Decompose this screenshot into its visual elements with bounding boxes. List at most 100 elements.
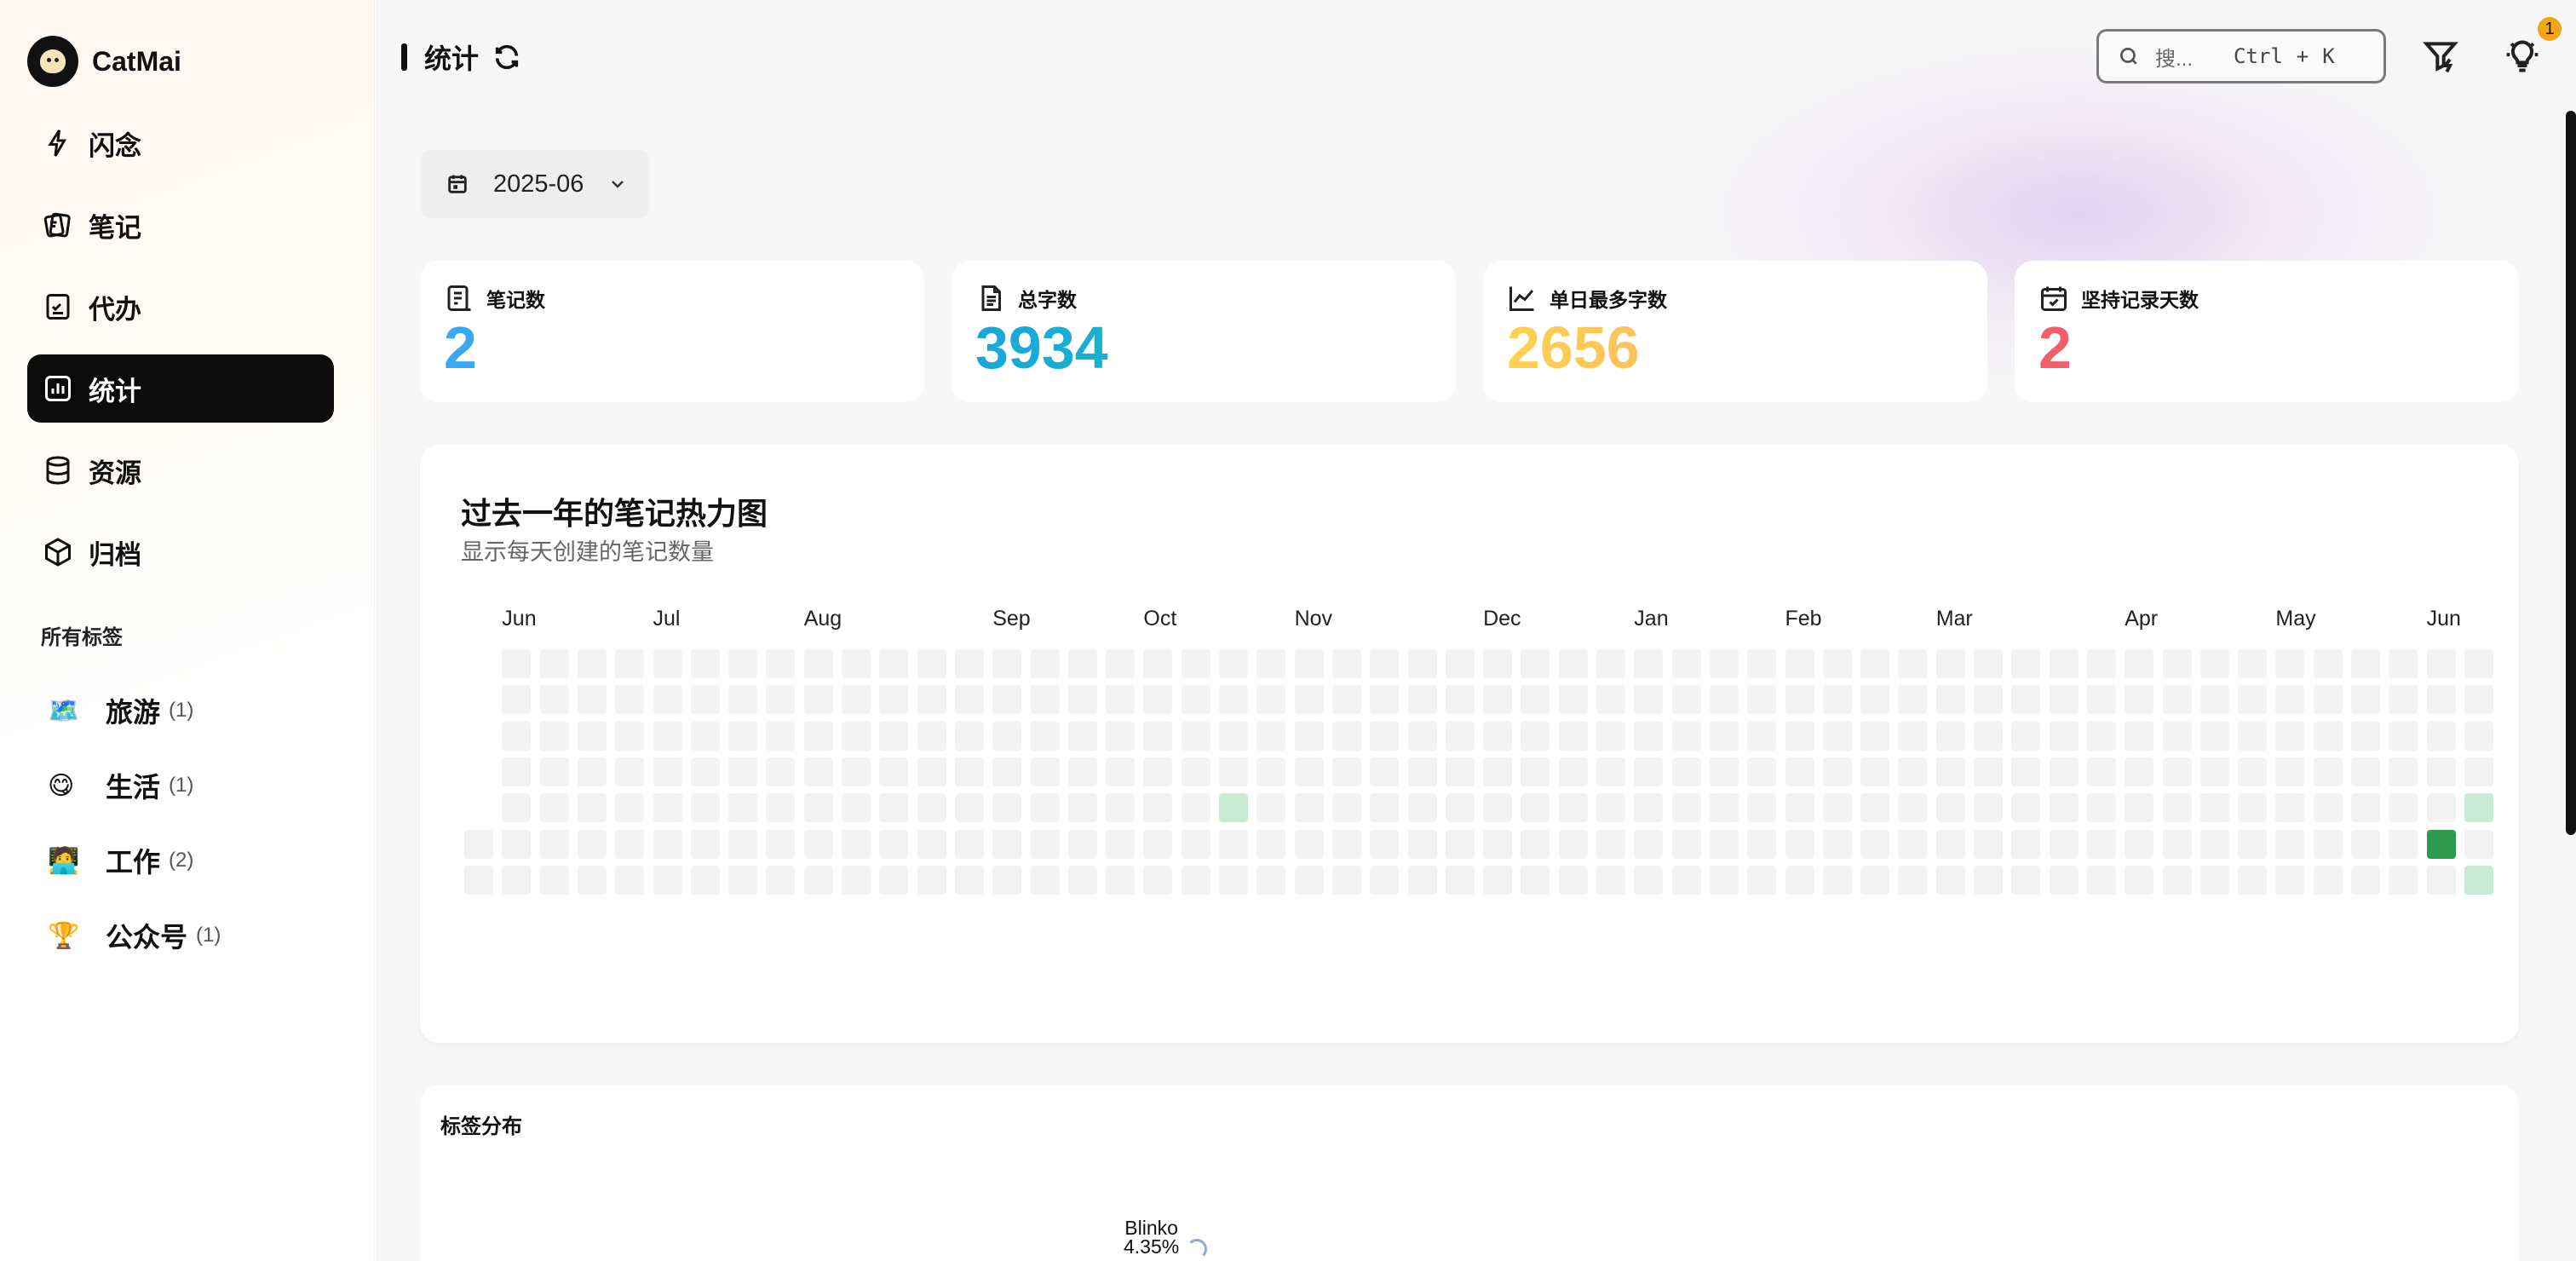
heatmap-cell[interactable]	[2351, 757, 2380, 786]
heatmap-cell[interactable]	[1747, 865, 1777, 895]
heatmap-cell[interactable]	[954, 685, 984, 715]
heatmap-cell[interactable]	[1671, 757, 1701, 786]
heatmap-cell[interactable]	[1106, 721, 1136, 751]
heatmap-cell[interactable]	[1143, 793, 1173, 823]
heatmap-cell[interactable]	[728, 829, 758, 859]
heatmap-cell[interactable]	[1671, 793, 1701, 823]
heatmap-cell[interactable]	[539, 829, 569, 859]
heatmap-cell[interactable]	[1407, 865, 1437, 895]
heatmap-cell[interactable]	[1747, 757, 1777, 786]
heatmap-cell[interactable]	[2199, 829, 2229, 859]
heatmap-cell[interactable]	[992, 721, 1022, 751]
heatmap-cell[interactable]	[1370, 721, 1400, 751]
heatmap-cell[interactable]	[577, 829, 607, 859]
heatmap-cell[interactable]	[728, 721, 758, 751]
heatmap-cell[interactable]	[577, 649, 607, 678]
heatmap-cell[interactable]	[1898, 649, 1928, 678]
heatmap-cell[interactable]	[1483, 721, 1513, 751]
heatmap-cell[interactable]	[2086, 757, 2116, 786]
tag-item-life[interactable]: 😋 生活 (1)	[41, 748, 221, 823]
heatmap-cell[interactable]	[766, 793, 796, 823]
heatmap-cell[interactable]	[1785, 685, 1814, 715]
heatmap-cell[interactable]	[917, 829, 946, 859]
heatmap-cell[interactable]	[2238, 865, 2268, 895]
heatmap-cell[interactable]	[1256, 865, 1286, 895]
heatmap-cell[interactable]	[728, 685, 758, 715]
heatmap-cell[interactable]	[615, 685, 645, 715]
heatmap-cell[interactable]	[1294, 793, 1324, 823]
heatmap-cell[interactable]	[2125, 865, 2154, 895]
heatmap-cell[interactable]	[1143, 649, 1173, 678]
heatmap-cell[interactable]	[1974, 685, 2003, 715]
heatmap-cell[interactable]	[1935, 649, 1965, 678]
heatmap-cell[interactable]	[992, 685, 1022, 715]
heatmap-cell[interactable]	[615, 793, 645, 823]
heatmap-cell[interactable]	[1483, 793, 1513, 823]
heatmap-cell[interactable]	[1256, 721, 1286, 751]
heatmap-cell[interactable]	[1785, 793, 1814, 823]
heatmap-cell[interactable]	[1030, 865, 1060, 895]
heatmap-cell[interactable]	[1067, 685, 1097, 715]
heatmap-cell[interactable]	[1521, 793, 1550, 823]
heatmap-cell[interactable]	[992, 757, 1022, 786]
sidebar-item-resources[interactable]: 资源	[27, 436, 334, 504]
tag-item-work[interactable]: 🧑‍💻 工作 (2)	[41, 823, 221, 898]
heatmap-cell[interactable]	[1709, 649, 1739, 678]
heatmap-cell[interactable]	[2275, 865, 2305, 895]
heatmap-cell[interactable]	[577, 685, 607, 715]
heatmap-cell[interactable]	[803, 685, 833, 715]
heatmap-cell[interactable]	[803, 829, 833, 859]
heatmap-cell[interactable]	[653, 793, 682, 823]
heatmap-cell[interactable]	[653, 865, 682, 895]
heatmap-cell[interactable]	[1671, 685, 1701, 715]
heatmap-cell[interactable]	[1370, 865, 1400, 895]
sidebar-item-flash[interactable]: 闪念	[27, 109, 334, 177]
heatmap-cell[interactable]	[2162, 685, 2192, 715]
heatmap-cell[interactable]	[1898, 685, 1928, 715]
heatmap-cell[interactable]	[2162, 865, 2192, 895]
heatmap-cell[interactable]	[2238, 649, 2268, 678]
heatmap-cell[interactable]	[1067, 757, 1097, 786]
heatmap-cell[interactable]	[1181, 757, 1210, 786]
heatmap-cell[interactable]	[690, 757, 720, 786]
heatmap-cell[interactable]	[1181, 721, 1210, 751]
heatmap-cell[interactable]	[728, 757, 758, 786]
heatmap-cell[interactable]	[1445, 721, 1475, 751]
heatmap-cell[interactable]	[1974, 757, 2003, 786]
heatmap-cell[interactable]	[954, 721, 984, 751]
heatmap-cell[interactable]	[1898, 865, 1928, 895]
heatmap-cell[interactable]	[2351, 685, 2380, 715]
heatmap-cell[interactable]	[1106, 649, 1136, 678]
heatmap-cell[interactable]	[577, 721, 607, 751]
heatmap-cell[interactable]	[1143, 757, 1173, 786]
heatmap-cell[interactable]	[615, 649, 645, 678]
heatmap-cell[interactable]	[1822, 721, 1852, 751]
heatmap-cell[interactable]	[728, 865, 758, 895]
heatmap-cell[interactable]	[879, 865, 909, 895]
heatmap-cell[interactable]	[1860, 685, 1890, 715]
tag-item-travel[interactable]: 🗺️ 旅游 (1)	[41, 673, 221, 748]
heatmap-cell[interactable]	[728, 649, 758, 678]
heatmap-cell[interactable]	[1181, 685, 1210, 715]
heatmap-cell[interactable]	[1558, 649, 1588, 678]
heatmap-cell[interactable]	[1785, 757, 1814, 786]
heatmap-cell[interactable]	[1634, 829, 1664, 859]
heatmap-cell[interactable]	[2086, 829, 2116, 859]
heatmap-cell[interactable]	[917, 685, 946, 715]
heatmap-cell[interactable]	[1030, 649, 1060, 678]
heatmap-cell[interactable]	[1558, 757, 1588, 786]
heatmap-cell[interactable]	[653, 829, 682, 859]
heatmap-cell[interactable]	[1407, 685, 1437, 715]
heatmap-cell[interactable]	[1445, 793, 1475, 823]
heatmap-cell[interactable]	[2086, 649, 2116, 678]
heatmap-cell[interactable]	[2351, 793, 2380, 823]
heatmap-cell[interactable]	[842, 721, 871, 751]
heatmap-cell[interactable]	[1483, 865, 1513, 895]
heatmap-cell[interactable]	[954, 793, 984, 823]
heatmap-cell[interactable]	[2313, 721, 2343, 751]
heatmap-cell[interactable]	[1671, 865, 1701, 895]
heatmap-cell[interactable]	[1219, 793, 1248, 823]
heatmap-cell[interactable]	[1067, 649, 1097, 678]
heatmap-cell[interactable]	[2464, 865, 2493, 895]
heatmap-cell[interactable]	[1143, 721, 1173, 751]
